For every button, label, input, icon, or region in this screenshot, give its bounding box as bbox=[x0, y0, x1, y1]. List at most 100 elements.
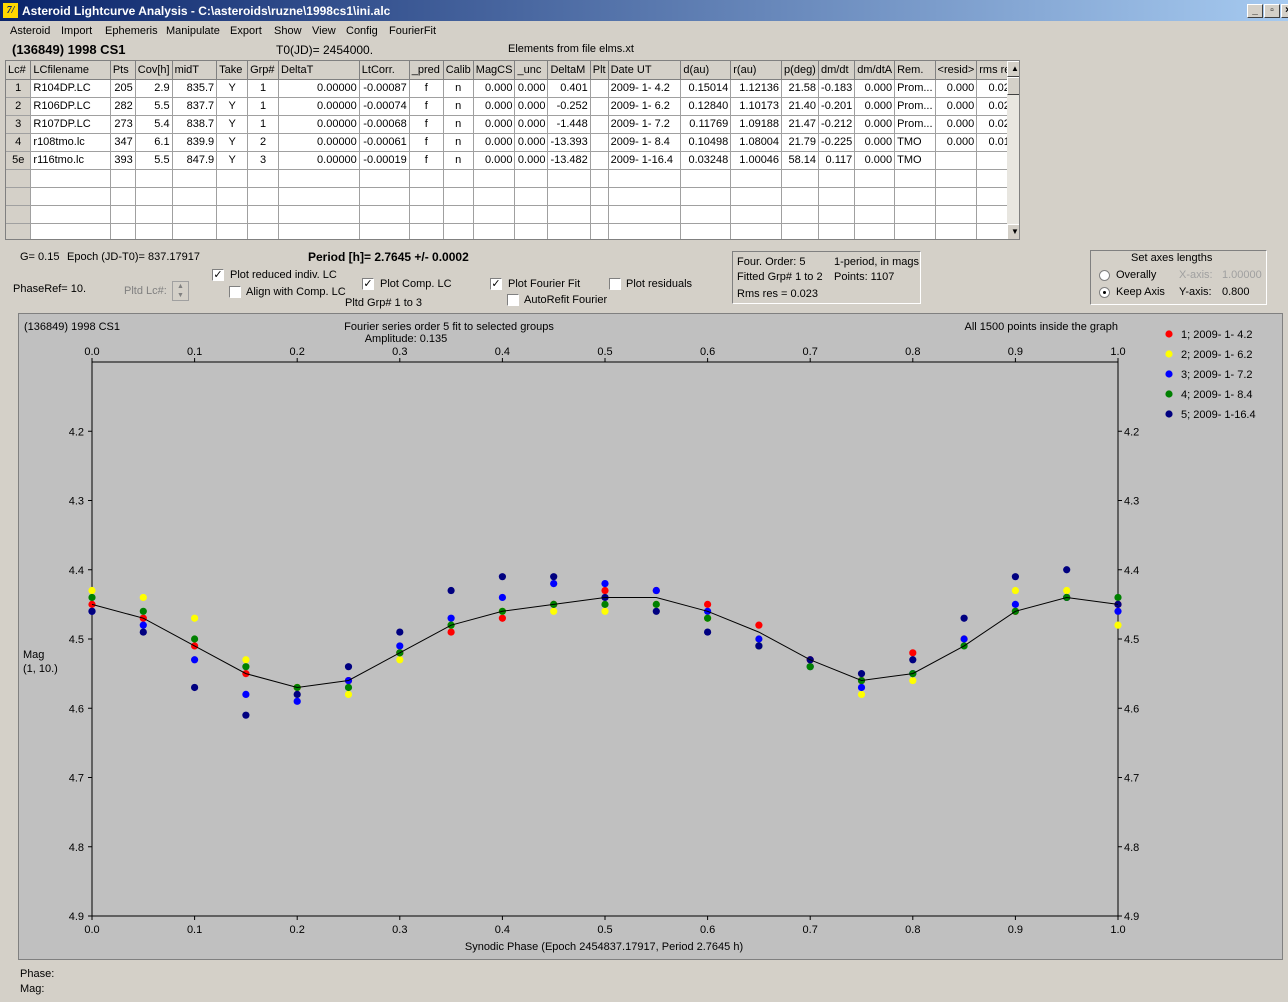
table-cell[interactable] bbox=[935, 205, 978, 224]
table-cell[interactable]: 21.58 bbox=[781, 79, 820, 98]
table-cell[interactable] bbox=[409, 205, 444, 224]
table-cell[interactable]: 1.00046 bbox=[730, 151, 783, 170]
table-cell[interactable]: TMO bbox=[894, 133, 936, 152]
table-cell[interactable]: 2009- 1- 7.2 bbox=[608, 115, 682, 134]
column-header[interactable]: p(deg) bbox=[781, 61, 820, 80]
table-cell[interactable]: -0.00019 bbox=[359, 151, 410, 170]
table-cell[interactable]: f bbox=[409, 133, 444, 152]
table-cell[interactable]: 0.000 bbox=[854, 115, 896, 134]
table-cell[interactable] bbox=[30, 223, 111, 239]
table-cell[interactable] bbox=[409, 223, 444, 239]
table-cell[interactable]: 1.12136 bbox=[730, 79, 783, 98]
plot-residuals-checkbox[interactable] bbox=[609, 278, 621, 290]
table-cell[interactable] bbox=[680, 187, 732, 206]
table-cell[interactable] bbox=[590, 97, 609, 116]
table-cell[interactable] bbox=[818, 169, 856, 188]
table-cell[interactable]: 5.5 bbox=[135, 97, 173, 116]
menu-import[interactable]: Import bbox=[61, 25, 92, 37]
table-row[interactable]: 3 R107DP.LC 273 5.4 838.7 Y 1 0.00000 -0.00068 f n… bbox=[6, 115, 1019, 134]
table-cell[interactable]: 0.00000 bbox=[278, 151, 360, 170]
keep-axis-radio[interactable] bbox=[1099, 287, 1110, 298]
table-cell[interactable] bbox=[781, 169, 820, 188]
table-scrollbar[interactable]: ▲ ▼ bbox=[1007, 61, 1019, 239]
column-header[interactable]: Plt bbox=[590, 61, 609, 80]
table-cell[interactable] bbox=[409, 169, 444, 188]
plot-comp-checkbox[interactable]: ✓ bbox=[362, 278, 374, 290]
table-cell[interactable] bbox=[6, 169, 32, 188]
table-cell[interactable]: R107DP.LC bbox=[30, 115, 111, 134]
table-cell[interactable]: 0.000 bbox=[514, 151, 549, 170]
column-header[interactable]: DeltaM bbox=[547, 61, 591, 80]
menu-show[interactable]: Show bbox=[274, 25, 302, 37]
table-cell[interactable]: 0.000 bbox=[935, 133, 978, 152]
maximize-button[interactable]: ▫ bbox=[1264, 4, 1280, 18]
table-cell[interactable] bbox=[473, 187, 516, 206]
table-cell[interactable]: 837.7 bbox=[172, 97, 218, 116]
table-row[interactable]: 4 r108tmo.lc 347 6.1 839.9 Y 2 0.00000 -0.00061 f… bbox=[6, 133, 1019, 152]
table-cell[interactable] bbox=[359, 169, 410, 188]
column-header[interactable]: d(au) bbox=[680, 61, 732, 80]
table-cell[interactable]: 0.00000 bbox=[278, 97, 360, 116]
column-header[interactable]: DeltaT bbox=[278, 61, 360, 80]
table-cell[interactable]: 0.000 bbox=[935, 115, 978, 134]
table-cell[interactable]: -13.482 bbox=[547, 151, 591, 170]
table-cell[interactable]: 58.14 bbox=[781, 151, 820, 170]
table-cell[interactable] bbox=[473, 169, 516, 188]
table-cell[interactable]: 0.12840 bbox=[680, 97, 732, 116]
table-cell[interactable]: 21.79 bbox=[781, 133, 820, 152]
column-header[interactable]: _unc bbox=[514, 61, 549, 80]
table-cell[interactable]: R104DP.LC bbox=[30, 79, 111, 98]
table-cell[interactable] bbox=[278, 205, 360, 224]
table-cell[interactable]: 0.117 bbox=[818, 151, 856, 170]
table-cell[interactable]: 2009- 1- 4.2 bbox=[608, 79, 682, 98]
table-cell[interactable]: 1 bbox=[6, 79, 32, 98]
table-cell[interactable]: 0.000 bbox=[473, 115, 516, 134]
table-cell[interactable] bbox=[135, 223, 173, 239]
table-cell[interactable]: n bbox=[443, 115, 474, 134]
table-cell[interactable]: 2009- 1- 6.2 bbox=[608, 97, 682, 116]
table-cell[interactable]: n bbox=[443, 79, 474, 98]
column-header[interactable]: Lc# bbox=[6, 61, 32, 80]
table-cell[interactable] bbox=[547, 187, 591, 206]
table-cell[interactable]: 0.000 bbox=[473, 151, 516, 170]
table-cell[interactable]: 6.1 bbox=[135, 133, 173, 152]
table-cell[interactable]: 2 bbox=[6, 97, 32, 116]
table-cell[interactable] bbox=[6, 205, 32, 224]
table-cell[interactable]: 835.7 bbox=[172, 79, 218, 98]
table-cell[interactable]: 0.00000 bbox=[278, 133, 360, 152]
table-cell[interactable]: R106DP.LC bbox=[30, 97, 111, 116]
table-cell[interactable] bbox=[590, 115, 609, 134]
column-header[interactable]: <resid> bbox=[935, 61, 978, 80]
table-cell[interactable]: -0.00087 bbox=[359, 79, 410, 98]
table-cell[interactable]: -13.393 bbox=[547, 133, 591, 152]
table-cell[interactable] bbox=[608, 223, 682, 239]
table-cell[interactable] bbox=[443, 223, 474, 239]
table-cell[interactable]: 347 bbox=[110, 133, 136, 152]
table-cell[interactable] bbox=[781, 187, 820, 206]
table-cell[interactable]: 205 bbox=[110, 79, 136, 98]
table-cell[interactable] bbox=[590, 133, 609, 152]
table-cell[interactable] bbox=[216, 169, 249, 188]
empty-table-row[interactable] bbox=[6, 169, 1019, 188]
table-cell[interactable]: r116tmo.lc bbox=[30, 151, 111, 170]
table-cell[interactable]: Y bbox=[216, 97, 249, 116]
table-cell[interactable]: n bbox=[443, 97, 474, 116]
table-cell[interactable]: -0.225 bbox=[818, 133, 856, 152]
column-header[interactable]: dm/dtA bbox=[854, 61, 896, 80]
table-cell[interactable]: 0.15014 bbox=[680, 79, 732, 98]
table-cell[interactable] bbox=[30, 205, 111, 224]
table-cell[interactable] bbox=[590, 79, 609, 98]
table-cell[interactable]: 0.000 bbox=[514, 79, 549, 98]
column-header[interactable]: Pts bbox=[110, 61, 136, 80]
table-cell[interactable]: f bbox=[409, 151, 444, 170]
table-cell[interactable] bbox=[110, 223, 136, 239]
table-cell[interactable] bbox=[359, 223, 410, 239]
table-cell[interactable] bbox=[894, 223, 936, 239]
table-cell[interactable]: Y bbox=[216, 79, 249, 98]
column-header[interactable]: Grp# bbox=[247, 61, 279, 80]
table-cell[interactable] bbox=[172, 223, 218, 239]
table-cell[interactable]: 1 bbox=[247, 97, 279, 116]
table-cell[interactable] bbox=[935, 187, 978, 206]
table-cell[interactable]: -0.00068 bbox=[359, 115, 410, 134]
table-row[interactable]: 1 R104DP.LC 205 2.9 835.7 Y 1 0.00000 -0.00087 f n… bbox=[6, 79, 1019, 98]
